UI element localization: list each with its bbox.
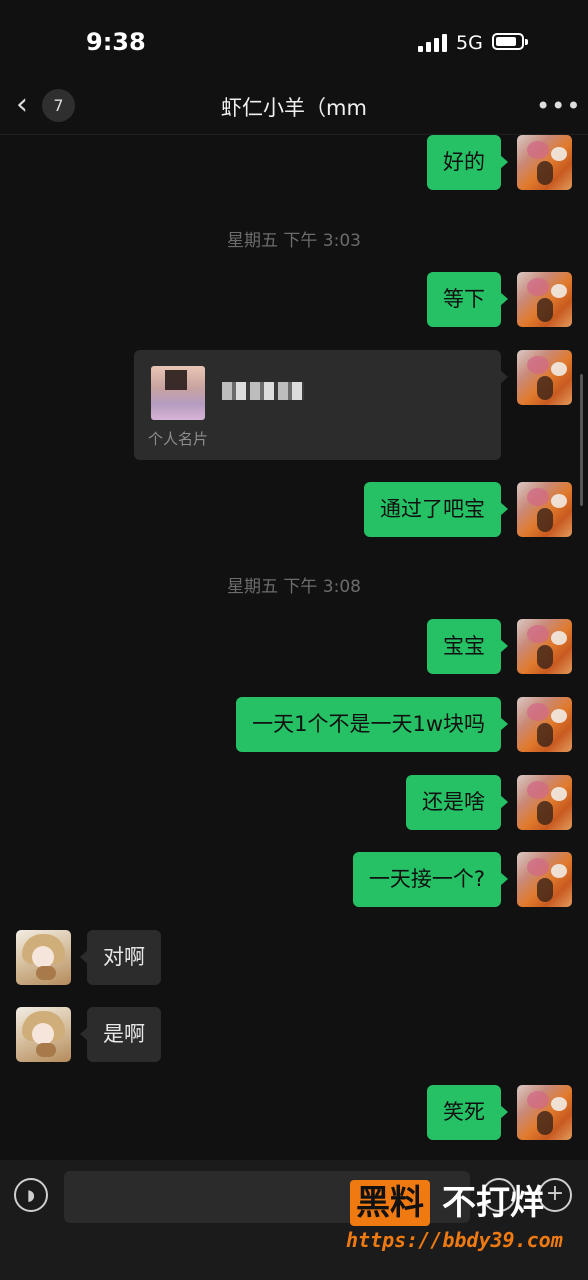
self-avatar[interactable]: [517, 272, 572, 327]
watermark-url: https://bbdy39.com: [346, 1228, 563, 1252]
chat-header: ‹ 7 虾仁小羊（mm •••: [0, 78, 588, 135]
watermark-brand-box: 黑料: [350, 1180, 430, 1226]
battery-icon: [492, 33, 528, 50]
message-bubble-outgoing[interactable]: 一天接一个?: [352, 852, 509, 907]
self-avatar[interactable]: [517, 775, 572, 830]
message-bubble-incoming[interactable]: 对啊: [80, 930, 161, 985]
message-bubble-outgoing[interactable]: 笑死: [427, 1085, 508, 1140]
voice-icon[interactable]: ◗: [14, 1178, 48, 1212]
message-bubble-outgoing[interactable]: 通过了吧宝: [364, 482, 508, 537]
self-avatar[interactable]: [517, 697, 572, 752]
network-type: 5G: [456, 32, 483, 54]
timestamp: 星期五 下午 3:08: [227, 577, 361, 597]
contact-card[interactable]: 个人名片: [134, 350, 508, 460]
timestamp: 星期五 下午 3:03: [227, 231, 361, 251]
status-bar: 9:38 5G: [0, 0, 588, 80]
contact-card-label: 个人名片: [148, 430, 209, 448]
message-bubble-outgoing[interactable]: 宝宝: [427, 619, 508, 674]
self-avatar[interactable]: [517, 1085, 572, 1140]
contact-card-name-redacted: [222, 382, 304, 400]
self-avatar[interactable]: [517, 135, 572, 190]
message-bubble-incoming[interactable]: 是啊: [80, 1007, 161, 1062]
watermark-brand-rest: 不打烊: [442, 1183, 544, 1223]
message-bubble-outgoing[interactable]: 还是啥: [406, 775, 508, 830]
message-bubble-outgoing[interactable]: 等下: [427, 272, 508, 327]
self-avatar[interactable]: [517, 619, 572, 674]
status-time: 9:38: [86, 28, 146, 56]
scrollbar[interactable]: [580, 374, 583, 506]
self-avatar[interactable]: [517, 852, 572, 907]
self-avatar[interactable]: [517, 482, 572, 537]
contact-avatar[interactable]: [16, 930, 71, 985]
signal-icon: [418, 34, 448, 52]
watermark: 黑料 不打烊 https://bbdy39.com: [346, 1180, 578, 1260]
more-options-icon[interactable]: •••: [536, 92, 581, 120]
self-avatar[interactable]: [517, 350, 572, 405]
message-bubble-outgoing[interactable]: 一天1个不是一天1w块吗: [236, 697, 508, 752]
contact-avatar[interactable]: [16, 1007, 71, 1062]
contact-card-avatar: [151, 366, 205, 420]
chat-title: 虾仁小羊（mm: [221, 96, 367, 120]
message-bubble-outgoing[interactable]: 好的: [427, 135, 508, 190]
